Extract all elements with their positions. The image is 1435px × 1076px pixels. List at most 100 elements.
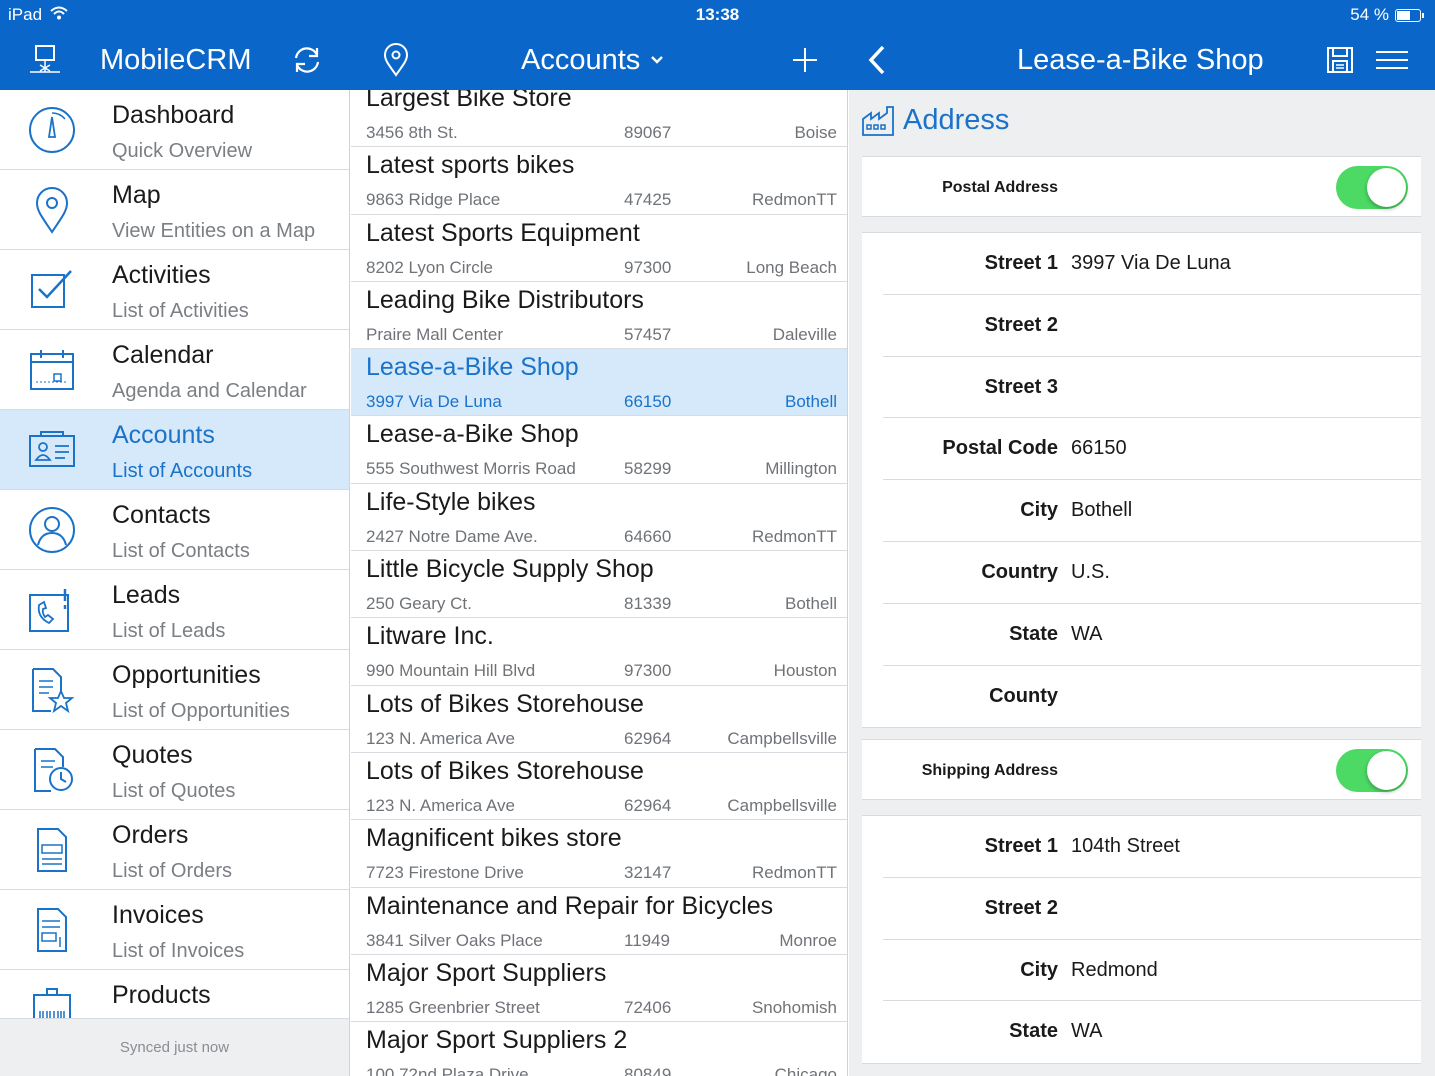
sidebar-item-title: Contacts xyxy=(112,501,211,530)
account-row[interactable]: Little Bicycle Supply Shop250 Geary Ct.8… xyxy=(351,551,848,618)
sidebar-item-subtitle: List of Opportunities xyxy=(112,700,290,723)
field-value[interactable]: 104th Street xyxy=(1071,816,1180,877)
field-city[interactable]: CityBothell xyxy=(883,480,1421,542)
account-name: Lease-a-Bike Shop xyxy=(366,420,579,449)
field-value[interactable]: Bothell xyxy=(1071,480,1132,541)
account-city: Long Beach xyxy=(746,258,837,278)
account-row[interactable]: Lease-a-Bike Shop3997 Via De Luna66150Bo… xyxy=(351,349,848,416)
account-city: RedmonTT xyxy=(752,527,837,547)
account-row[interactable]: Magnificent bikes store7723 Firestone Dr… xyxy=(351,820,848,887)
postal-address-fields: Street 13997 Via De LunaStreet 2Street 3… xyxy=(862,232,1421,728)
calendar-icon xyxy=(24,344,80,396)
field-state[interactable]: State WA xyxy=(883,1001,1421,1063)
sync-settings-icon[interactable] xyxy=(22,30,68,90)
account-street: 3841 Silver Oaks Place xyxy=(366,931,543,951)
field-label: State xyxy=(1009,1001,1058,1062)
field-value[interactable]: 66150 xyxy=(1071,418,1127,479)
field-state[interactable]: StateWA xyxy=(883,604,1421,666)
account-city: Bothell xyxy=(785,392,837,412)
account-name: Magnificent bikes store xyxy=(366,824,622,853)
account-row[interactable]: Major Sport Suppliers1285 Greenbrier Str… xyxy=(351,955,848,1022)
detail-title: Lease-a-Bike Shop xyxy=(1017,30,1264,90)
sidebar-item-subtitle: List of Contacts xyxy=(112,540,250,563)
save-icon[interactable] xyxy=(1322,30,1358,90)
account-name: Largest Bike Store xyxy=(366,90,572,113)
field-value[interactable]: WA xyxy=(1071,604,1102,665)
postal-address-toggle[interactable] xyxy=(1336,166,1408,209)
field-label: Street 3 xyxy=(985,357,1058,418)
account-name: Latest sports bikes xyxy=(366,151,574,180)
account-street: 123 N. America Ave xyxy=(366,796,515,816)
sidebar-item-title: Orders xyxy=(112,821,188,850)
account-row[interactable]: Litware Inc.990 Mountain Hill Blvd97300H… xyxy=(351,618,848,685)
field-street-1[interactable]: Street 13997 Via De Luna xyxy=(883,233,1421,295)
sidebar-item-activities[interactable]: ActivitiesList of Activities xyxy=(0,250,349,330)
field-street-2[interactable]: Street 2 xyxy=(883,295,1421,357)
sidebar-item-opportunities[interactable]: OpportunitiesList of Opportunities xyxy=(0,650,349,730)
account-row[interactable]: Latest Sports Equipment8202 Lyon Circle9… xyxy=(351,215,848,282)
menu-icon[interactable] xyxy=(1374,30,1410,90)
account-zip: 66150 xyxy=(624,392,671,412)
sidebar-item-accounts[interactable]: AccountsList of Accounts xyxy=(0,410,349,490)
field-value[interactable]: 3997 Via De Luna xyxy=(1071,233,1231,294)
shipping-address-label: Shipping Address xyxy=(922,740,1058,801)
sidebar-item-subtitle: Agenda and Calendar xyxy=(112,380,307,403)
sidebar-item-invoices[interactable]: InvoicesList of Invoices xyxy=(0,890,349,970)
account-zip: 97300 xyxy=(624,258,671,278)
sidebar-item-quotes[interactable]: QuotesList of Quotes xyxy=(0,730,349,810)
account-street: 2427 Notre Dame Ave. xyxy=(366,527,538,547)
sidebar-item-title: Leads xyxy=(112,581,180,610)
account-name: Little Bicycle Supply Shop xyxy=(366,555,654,584)
sync-icon[interactable] xyxy=(286,30,328,90)
field-street-2[interactable]: Street 2 xyxy=(883,878,1421,940)
shipping-address-toggle[interactable] xyxy=(1336,749,1408,792)
map-pin-icon[interactable] xyxy=(378,30,414,90)
account-city: RedmonTT xyxy=(752,190,837,210)
account-row[interactable]: Maintenance and Repair for Bicycles3841 … xyxy=(351,888,848,955)
account-row[interactable]: Largest Bike Store3456 8th St.89067Boise xyxy=(351,90,848,147)
account-row[interactable]: Leading Bike DistributorsPraire Mall Cen… xyxy=(351,282,848,349)
sidebar-item-title: Calendar xyxy=(112,341,213,370)
sidebar-item-contacts[interactable]: Contacts List of Contacts xyxy=(0,490,349,570)
account-row[interactable]: Lease-a-Bike Shop555 Southwest Morris Ro… xyxy=(351,416,848,483)
account-zip: 72406 xyxy=(624,998,671,1018)
sidebar-item-leads[interactable]: LeadsList of Leads xyxy=(0,570,349,650)
field-value[interactable]: Redmond xyxy=(1071,940,1158,1001)
sidebar: DashboardQuick OverviewMapView Entities … xyxy=(0,90,350,1076)
add-icon[interactable] xyxy=(788,30,822,90)
account-row[interactable]: Lots of Bikes Storehouse123 N. America A… xyxy=(351,686,848,753)
account-street: 3456 8th St. xyxy=(366,123,458,143)
account-row[interactable]: Major Sport Suppliers 2100 72nd Plaza Dr… xyxy=(351,1022,848,1076)
field-postal-code[interactable]: Postal Code66150 xyxy=(883,418,1421,480)
account-detail-panel: Address Postal Address Street 13997 Via … xyxy=(849,90,1435,1076)
account-city: Boise xyxy=(794,123,837,143)
accounts-list-scroll[interactable]: Largest Bike Store3456 8th St.89067Boise… xyxy=(351,90,848,1076)
list-title-dropdown[interactable]: Accounts xyxy=(521,30,664,90)
field-country[interactable]: CountryU.S. xyxy=(883,542,1421,604)
sidebar-item-map[interactable]: MapView Entities on a Map xyxy=(0,170,349,250)
back-icon[interactable] xyxy=(862,30,892,90)
account-row[interactable]: Lots of Bikes Storehouse123 N. America A… xyxy=(351,753,848,820)
field-street-1[interactable]: Street 1104th Street xyxy=(883,816,1421,878)
sidebar-item-dashboard[interactable]: DashboardQuick Overview xyxy=(0,90,349,170)
account-name: Leading Bike Distributors xyxy=(366,286,644,315)
field-city[interactable]: CityRedmond xyxy=(883,940,1421,1002)
field-street-3[interactable]: Street 3 xyxy=(883,357,1421,419)
field-county[interactable]: County xyxy=(883,666,1421,728)
account-row[interactable]: Life-Style bikes2427 Notre Dame Ave.6466… xyxy=(351,484,848,551)
account-street: 990 Mountain Hill Blvd xyxy=(366,661,535,681)
field-value[interactable]: U.S. xyxy=(1071,542,1110,603)
account-name: Major Sport Suppliers 2 xyxy=(366,1026,627,1055)
sidebar-item-orders[interactable]: OrdersList of Orders xyxy=(0,810,349,890)
field-label: Postal Code xyxy=(942,418,1058,479)
account-zip: 58299 xyxy=(624,459,671,479)
field-value[interactable]: WA xyxy=(1071,1001,1102,1062)
account-street: 1285 Greenbrier Street xyxy=(366,998,540,1018)
leads-icon xyxy=(24,584,80,636)
account-row[interactable]: Latest sports bikes9863 Ridge Place47425… xyxy=(351,147,848,214)
account-zip: 62964 xyxy=(624,796,671,816)
account-zip: 57457 xyxy=(624,325,671,345)
sidebar-item-calendar[interactable]: Calendar Agenda and Calendar xyxy=(0,330,349,410)
account-zip: 47425 xyxy=(624,190,671,210)
sidebar-item-title: Quotes xyxy=(112,741,193,770)
